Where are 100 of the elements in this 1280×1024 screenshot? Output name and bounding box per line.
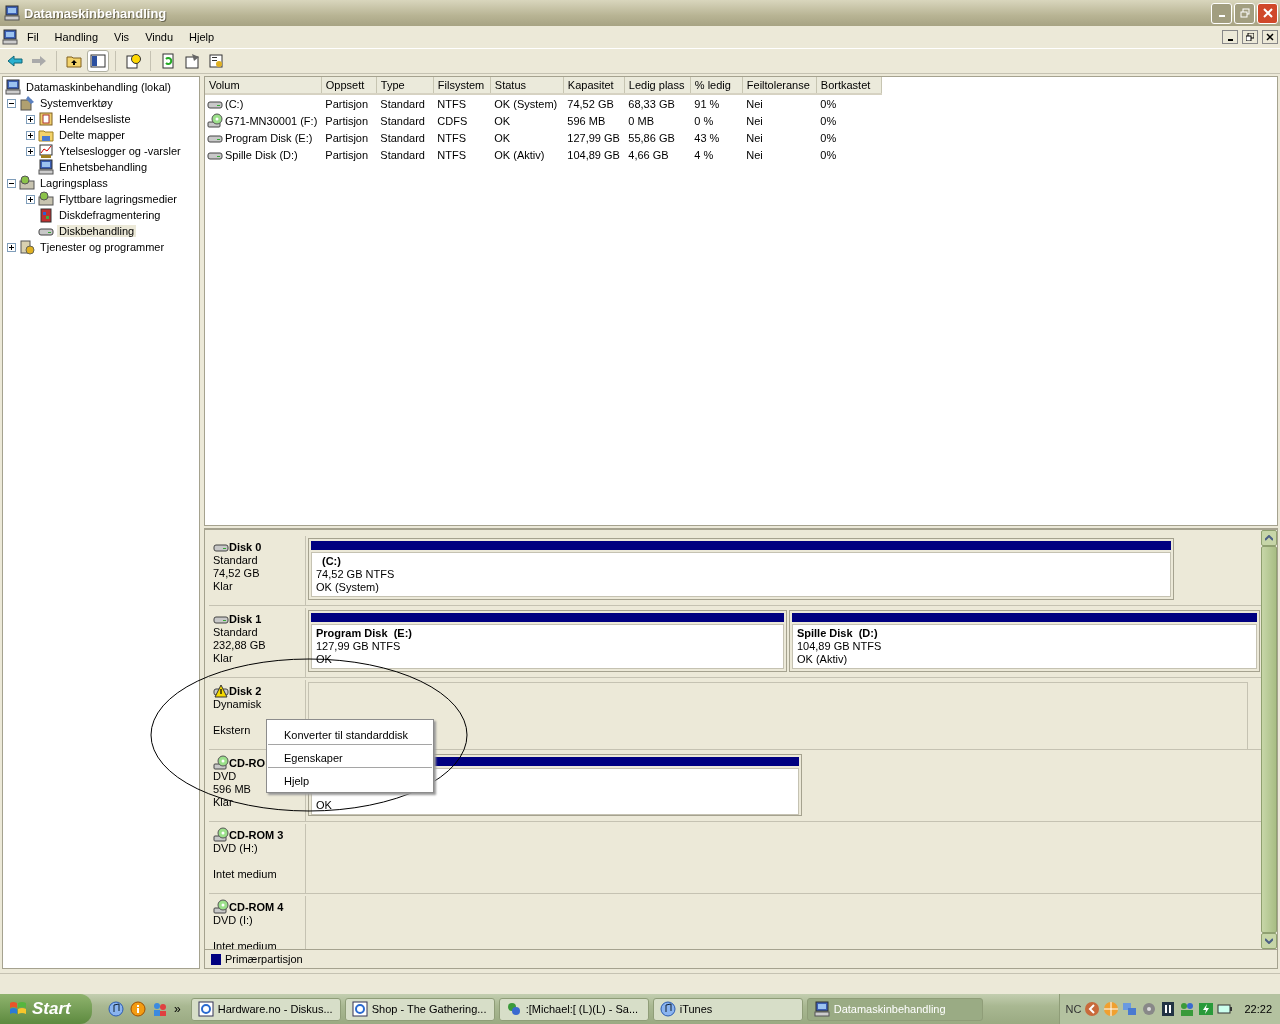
scroll-down-button[interactable] (1261, 933, 1277, 949)
table-cell-text: 0 % (693, 113, 715, 129)
column-header[interactable]: Bortkastet (816, 77, 882, 94)
drive-icon (38, 191, 54, 207)
table-cell: NTFS (433, 94, 491, 112)
table-cell-text: 127,99 GB (566, 130, 621, 146)
partition-status: OK (System) (316, 581, 380, 594)
log-icon (38, 111, 54, 127)
tree-item[interactable]: Diskdefragmentering (57, 209, 163, 221)
partition-size: 104,89 GB NTFS (796, 640, 883, 653)
close-button[interactable] (1262, 30, 1278, 44)
disk-detail: 74,52 GB (213, 567, 261, 580)
menu-item[interactable]: Egenskaper (267, 747, 433, 765)
disk-name: CD-ROM 3 (229, 829, 284, 841)
tree-item[interactable]: Delte mapper (57, 129, 128, 141)
table-cell-text: 104,89 GB (566, 147, 621, 163)
column-header[interactable]: Type (376, 77, 434, 94)
disk-detail: Standard (213, 626, 259, 639)
tree-item[interactable]: Hendelsesliste (57, 113, 133, 125)
disk-detail: DVD (H:) (213, 842, 259, 855)
scroll-up-button[interactable] (1261, 530, 1277, 546)
tree-item[interactable]: Flyttbare lagringsmedier (57, 193, 179, 205)
menu-item[interactable]: Handling (47, 29, 106, 45)
disk-detail: DVD (I:) (213, 914, 254, 927)
taskbar-button[interactable]: :[Michael:[ (L)(L) - Sa... (498, 997, 649, 1021)
tree-item[interactable]: Ytelseslogger og -varsler (57, 145, 183, 157)
tree-item[interactable]: Datamaskinbehandling (lokal) (24, 81, 173, 93)
warning-drive-icon (213, 683, 229, 699)
table-cell: Spille Disk (D:) (225, 148, 298, 161)
cd-drive-icon (213, 827, 229, 843)
column-header[interactable]: Kapasitet (563, 77, 625, 94)
column-header[interactable]: % ledig (690, 77, 743, 94)
table-cell-text: Standard (379, 113, 426, 129)
partition-name: (C:) (321, 555, 342, 568)
table-cell-text: 4 % (693, 147, 715, 163)
battery-icon[interactable] (1217, 1001, 1234, 1017)
tree-toggle-icon[interactable] (87, 50, 109, 72)
expand-icon[interactable] (26, 114, 35, 124)
column-header[interactable]: Oppsett (321, 77, 377, 94)
tree-item[interactable]: Systemverktøy (38, 97, 115, 109)
expand-icon[interactable] (26, 130, 35, 140)
column-header[interactable]: Volum (205, 77, 322, 94)
table-cell-text: 0 MB (627, 113, 655, 129)
column-header[interactable]: Filsystem (433, 77, 491, 94)
disk-detail: Klar (213, 796, 234, 809)
disk-name: CD-RO (229, 757, 266, 769)
taskbar-button[interactable]: Hardware.no - Diskus... (190, 997, 341, 1021)
disk-info-panel[interactable]: Disk 1 Standard 232,88 GB Klar (209, 608, 306, 677)
table-cell-text: Nei (745, 130, 764, 146)
table-cell-text: 0% (819, 147, 838, 163)
cd-drive-icon (213, 899, 229, 915)
column-header[interactable]: Status (490, 77, 564, 94)
collapse-icon[interactable] (7, 178, 16, 188)
table-cell-text: Partisjon (324, 130, 370, 146)
tree-item[interactable]: Enhetsbehandling (57, 161, 150, 173)
menu-item[interactable]: Vindu (138, 29, 181, 45)
back-icon[interactable] (1084, 1001, 1101, 1017)
defrag-icon (38, 207, 54, 223)
computer-icon (5, 79, 21, 95)
expand-icon[interactable] (7, 242, 16, 252)
table-cell: Program Disk (E:) (225, 131, 313, 144)
menu-item[interactable]: Hjelp (182, 29, 222, 45)
partition-block[interactable]: Spille Disk (D:) 104,89 GB NTFS OK (Aktiv) (788, 610, 1260, 672)
drive-icon (19, 175, 35, 191)
tree-item[interactable]: Lagringsplass (38, 177, 110, 189)
partition-size: 74,52 GB NTFS (316, 568, 396, 581)
restore-button[interactable] (1242, 30, 1258, 44)
tree-item[interactable]: Tjenester og programmer (38, 241, 167, 253)
expand-icon[interactable] (26, 146, 35, 156)
power-icon[interactable] (1198, 1001, 1215, 1017)
minimize-button[interactable] (1222, 30, 1238, 44)
table-cell: Standard (376, 94, 434, 112)
arrow-down-icon (1265, 938, 1273, 944)
table-cell-text: Standard (379, 147, 426, 163)
expand-icon[interactable] (26, 194, 35, 204)
tree-item[interactable]: Diskbehandling (57, 225, 137, 237)
computer-icon[interactable] (2, 29, 18, 45)
disk-info-panel[interactable]: Disk 0 Standard 74,52 GB Klar (209, 536, 306, 605)
close-icon (1266, 33, 1274, 41)
table-cell-text: Partisjon (324, 113, 370, 129)
table-cell: 74,52 GB (563, 94, 625, 112)
taskbar-button[interactable]: iTunes (652, 997, 803, 1021)
menu-item[interactable]: Fil (20, 29, 46, 45)
info-icon[interactable] (130, 1001, 146, 1017)
column-header[interactable]: Feiltoleranse (742, 77, 817, 94)
column-header[interactable]: Ledig plass (624, 77, 691, 94)
overflow-button[interactable]: » (174, 1002, 181, 1016)
music-note-icon[interactable] (108, 1001, 124, 1017)
disk-detail: 596 MB (213, 783, 252, 796)
table-cell: Nei (742, 94, 817, 112)
taskbar-button[interactable]: Shop - The Gathering... (344, 997, 495, 1021)
table-cell-text: 4,66 GB (627, 147, 670, 163)
menu-item[interactable]: Vis (107, 29, 137, 45)
table-cell: 91 % (690, 94, 743, 112)
disk-info-panel[interactable]: CD-ROM 3 DVD (H:) Intet medium (209, 824, 306, 893)
table-cell-text: NTFS (436, 147, 468, 163)
partition-block[interactable]: (C:) 74,52 GB NTFS OK (System) (308, 538, 1174, 600)
collapse-icon[interactable] (7, 98, 16, 108)
table-cell-text: 0% (819, 113, 838, 129)
disk-detail: 232,88 GB (213, 639, 267, 652)
